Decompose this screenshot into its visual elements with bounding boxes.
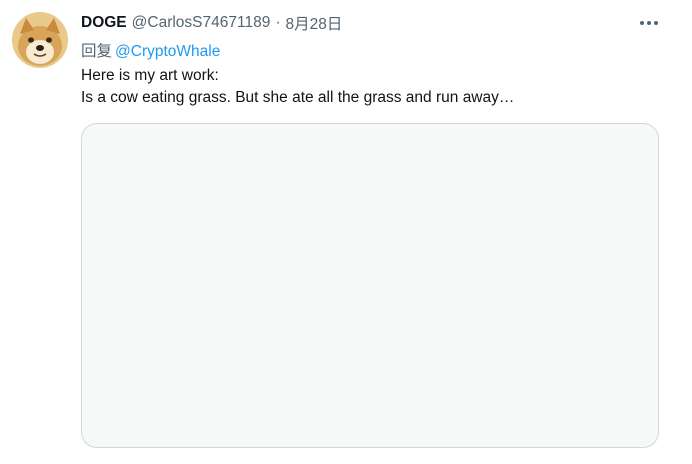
reply-mention-link[interactable]: @CryptoWhale [115,43,220,60]
user-handle[interactable]: @CarlosS74671189 [132,14,271,32]
tweet-date[interactable]: 8月28日 [286,12,343,34]
more-horizontal-icon [640,21,658,25]
display-name[interactable]: DOGE [81,14,127,32]
separator-dot: · [275,14,281,31]
media-attachment[interactable] [81,123,659,448]
tweet-text-line-1: Here is my art work: [81,67,219,84]
tweet-text-line-2: Is a cow eating grass. But she ate all t… [81,89,515,106]
tweet-text: Here is my art work: Is a cow eating gra… [81,65,514,109]
reply-context: 回复 @CryptoWhale [81,39,220,61]
doge-avatar-icon [12,12,68,68]
avatar[interactable] [12,12,68,68]
more-options-button[interactable] [636,12,662,34]
tweet-header: DOGE @CarlosS74671189 · 8月28日 [81,12,342,34]
reply-prefix: 回复 [81,43,113,60]
tweet-card[interactable]: DOGE @CarlosS74671189 · 8月28日 回复 @CryptoW… [0,0,692,464]
